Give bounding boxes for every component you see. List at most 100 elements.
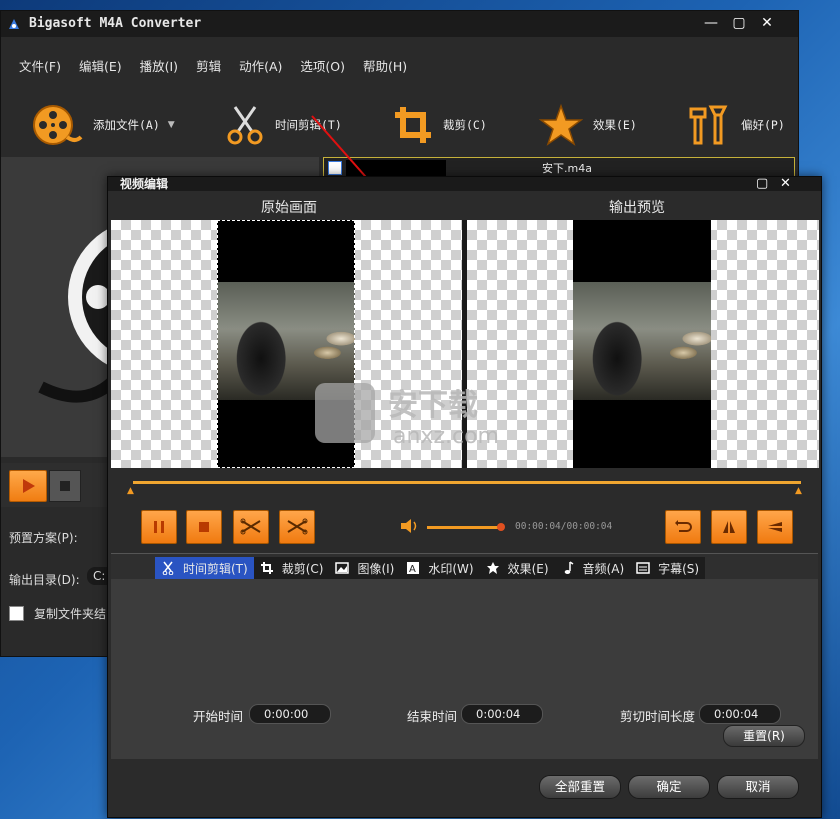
tab-image[interactable]: 图像(I): [329, 557, 400, 579]
app-title: Bigasoft M4A Converter: [29, 16, 202, 31]
video-edit-dialog: 视频编辑 ▢ ✕ 原始画面 输出预览 安下载 anxz.com ▲ ▲ 00:0…: [107, 176, 822, 818]
split-button[interactable]: [279, 510, 315, 544]
end-time-field[interactable]: 0:00:04: [461, 704, 543, 724]
minimize-button[interactable]: —: [702, 14, 720, 32]
time-readout: 00:00:04/00:00:04: [515, 521, 613, 532]
end-marker-icon[interactable]: ▲: [795, 486, 802, 496]
menu-clip[interactable]: 剪辑: [187, 55, 230, 79]
dialog-title: 视频编辑: [120, 177, 169, 191]
tab-label: 字幕(S): [658, 561, 700, 576]
maximize-button[interactable]: ▢: [730, 14, 748, 32]
add-file-label: 添加文件(A): [93, 118, 160, 132]
output-video-frame: [573, 220, 711, 468]
stop-button[interactable]: [49, 470, 81, 502]
scissors-icon: [227, 106, 263, 145]
preference-button[interactable]: 偏好(P): [687, 93, 785, 157]
scissors-icon: [240, 518, 261, 535]
menu-bar: 文件(F) 编辑(E) 播放(I) 剪辑 动作(A) 选项(O) 帮助(H): [1, 55, 416, 79]
tab-effect[interactable]: 效果(E): [480, 557, 555, 579]
flip-horizontal-icon: [723, 521, 735, 533]
app-logo-icon: [9, 19, 19, 29]
split-scissors-icon: [287, 518, 308, 535]
svg-text:安下载: 安下载: [388, 388, 478, 423]
volume-slider-handle[interactable]: [497, 523, 505, 531]
edit-tabs-bar: 时间剪辑(T) 裁剪(C) 图像(I) A 水印(W) 效果(E) 音频(A): [111, 553, 818, 580]
reset-button[interactable]: 重置(R): [723, 725, 805, 747]
svg-text:A: A: [409, 564, 416, 575]
tab-label: 音频(A): [582, 561, 625, 576]
menu-edit[interactable]: 编辑(E): [70, 55, 131, 79]
menu-play[interactable]: 播放(I): [131, 55, 187, 79]
image-icon: [335, 562, 350, 574]
tab-crop[interactable]: 裁剪(C): [254, 557, 330, 579]
menu-help[interactable]: 帮助(H): [354, 55, 416, 79]
ok-button[interactable]: 确定: [628, 775, 710, 799]
tab-label: 时间剪辑(T): [183, 561, 248, 576]
copy-folder-label: 复制文件夹结: [34, 607, 107, 621]
chevron-down-icon[interactable]: ▼: [168, 120, 175, 130]
tab-trim[interactable]: 时间剪辑(T): [155, 557, 254, 579]
tab-label: 裁剪(C): [281, 561, 324, 576]
menu-file[interactable]: 文件(F): [1, 55, 70, 79]
start-marker-icon[interactable]: ▲: [127, 486, 134, 496]
edit-tabs: 时间剪辑(T) 裁剪(C) 图像(I) A 水印(W) 效果(E) 音频(A): [155, 557, 706, 579]
reset-all-button[interactable]: 全部重置: [539, 775, 621, 799]
undo-button[interactable]: [665, 510, 701, 544]
tab-audio[interactable]: 音频(A): [555, 557, 631, 579]
stop-icon: [199, 522, 209, 532]
crop-label: 裁剪(C): [443, 118, 487, 132]
start-time-label: 开始时间: [193, 709, 244, 724]
flip-horizontal-button[interactable]: [711, 510, 747, 544]
tab-label: 水印(W): [428, 561, 474, 576]
end-time-label: 结束时间: [407, 709, 458, 724]
cut-length-field[interactable]: 0:00:04: [699, 704, 781, 724]
dialog-close-button[interactable]: ✕: [780, 177, 791, 191]
menu-options[interactable]: 选项(O): [291, 55, 354, 79]
dialog-maximize-button[interactable]: ▢: [756, 177, 768, 191]
preference-label: 偏好(P): [741, 118, 785, 132]
copy-folder-checkbox[interactable]: [9, 606, 24, 621]
tab-label: 效果(E): [507, 561, 549, 576]
volume-icon[interactable]: [399, 517, 419, 535]
play-button[interactable]: [9, 470, 47, 502]
add-file-button[interactable]: 添加文件(A) ▼: [31, 93, 175, 157]
flip-vertical-icon: [768, 522, 782, 532]
menu-action[interactable]: 动作(A): [230, 55, 291, 79]
cut-button[interactable]: [233, 510, 269, 544]
effect-label: 效果(E): [593, 118, 637, 132]
flip-vertical-button[interactable]: [757, 510, 793, 544]
play-icon: [23, 479, 35, 493]
volume-slider[interactable]: [427, 526, 501, 529]
timeline-track[interactable]: [133, 481, 801, 484]
start-time-field[interactable]: 0:00:00: [249, 704, 331, 724]
effect-button[interactable]: 效果(E): [539, 93, 637, 157]
scissors-icon: [162, 561, 174, 575]
stop-button[interactable]: [186, 510, 222, 544]
trim-panel: 开始时间 0:00:00 结束时间 0:00:04 剪切时间长度 0:00:04…: [111, 579, 818, 759]
output-dir-label: 输出目录(D):: [9, 573, 80, 587]
cut-length-label: 剪切时间长度: [620, 709, 696, 724]
dialog-controls: 00:00:04/00:00:04: [111, 507, 818, 551]
close-button[interactable]: ✕: [758, 14, 776, 32]
tab-watermark[interactable]: A 水印(W): [400, 557, 479, 579]
star-icon: [539, 103, 583, 146]
watermark-icon: A: [407, 562, 420, 575]
subtitle-icon: [636, 562, 650, 574]
file-name: 安下.m4a: [542, 162, 592, 175]
timeline: ▲ ▲: [111, 472, 818, 512]
undo-icon: [675, 520, 692, 532]
pause-button[interactable]: [141, 510, 177, 544]
video-image: [573, 282, 711, 400]
film-reel-icon: [33, 105, 83, 145]
music-note-icon: [564, 561, 573, 574]
stop-icon: [60, 481, 70, 491]
output-preview-label: 输出预览: [609, 200, 665, 216]
tab-subtitle[interactable]: 字幕(S): [630, 557, 705, 579]
svg-text:anxz.com: anxz.com: [393, 424, 499, 449]
dialog-title-bar: 视频编辑 ▢ ✕: [108, 177, 821, 191]
watermark-logo-icon: 安下载 anxz.com: [315, 383, 499, 449]
original-label: 原始画面: [261, 200, 317, 216]
preset-label: 预置方案(P):: [9, 531, 78, 545]
pause-icon: [154, 521, 164, 533]
cancel-button[interactable]: 取消: [717, 775, 799, 799]
